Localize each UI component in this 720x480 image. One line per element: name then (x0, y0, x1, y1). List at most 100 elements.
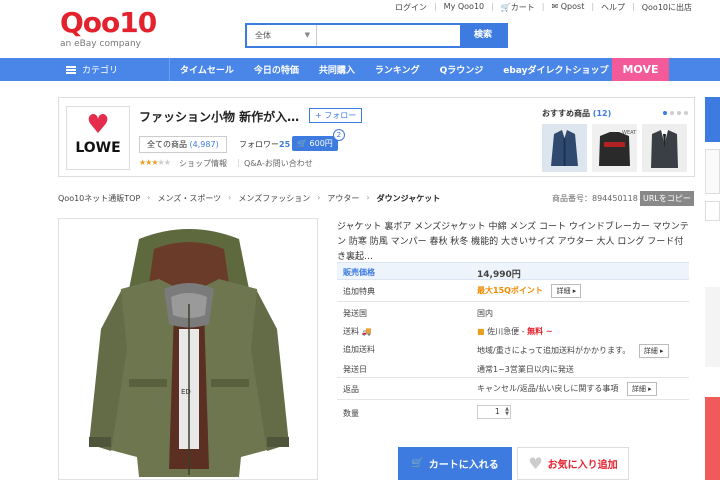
my-qoo10-link[interactable]: My Qoo10 (444, 2, 484, 13)
nav-today-deal[interactable]: 今日の特価 (244, 63, 309, 76)
recommended-title-label: おすすめ商品 (542, 109, 590, 118)
separator: | (591, 2, 595, 11)
shop-logo[interactable]: ♥ LOWE (66, 106, 130, 170)
return-value: キャンセル/返品/払い戻しに関する事項 詳細 ▸ (477, 382, 657, 396)
add-to-cart-button[interactable]: 🛒 カートに入れる (398, 447, 512, 480)
return-text: キャンセル/返品/払い戻しに関する事項 (477, 384, 619, 393)
search-button[interactable]: 検索 (460, 25, 506, 46)
ship-from-label: 発送国 (343, 309, 367, 318)
bonus-label: 追加特典 (343, 287, 375, 296)
cart-link[interactable]: 🛒カート (501, 2, 535, 13)
breadcrumb-item[interactable]: Qoo10ネット通販TOP (58, 193, 140, 204)
shipping-value: ■ 佐川急便 - 無料 ~ (477, 326, 553, 337)
menu-icon (66, 65, 76, 74)
all-products-button[interactable]: 全ての商品 (4,987) (139, 136, 227, 153)
shop-info-box: ♥ LOWE ファッション小物 新作が入… + フォロー 全ての商品 (4,98… (58, 97, 695, 177)
follow-button[interactable]: + フォロー (309, 108, 363, 123)
category-menu-button[interactable]: カテゴリ (0, 58, 170, 81)
sidebar-recent-item[interactable] (705, 287, 720, 367)
nav-group-buy[interactable]: 共同購入 (309, 63, 365, 76)
coupon-amount: 600円 (309, 139, 333, 148)
nav-move-banner[interactable]: MOVE (612, 58, 669, 81)
category-menu-label: カテゴリ (82, 66, 119, 76)
coupon-button[interactable]: 🛒 600円 2 (292, 129, 345, 151)
recommended-product-thumb[interactable] (542, 124, 587, 172)
login-link[interactable]: ログイン (395, 2, 427, 13)
qoo10-logo[interactable]: Qoo10 an eBay company (60, 6, 157, 52)
right-sidebar (705, 97, 720, 480)
return-row: 返品 キャンセル/返品/払い戻しに関する事項 詳細 ▸ (337, 378, 689, 400)
quantity-stepper[interactable]: 1 ▲ ▼ (477, 405, 511, 419)
followers: フォロワー25 (239, 139, 290, 150)
shop-name[interactable]: ファッション小物 新作が入… (139, 108, 299, 125)
sidebar-banner[interactable] (705, 397, 720, 480)
svg-text:WEAT: WEAT (622, 130, 637, 136)
shop-logo-name: LOWE (75, 140, 121, 156)
product-main-image[interactable]: ED (58, 218, 318, 480)
spinner-icon[interactable]: ▲ ▼ (505, 407, 509, 417)
cart-icon: 🛒 (297, 139, 307, 148)
copy-url-button[interactable]: URLをコピー (640, 191, 694, 206)
extra-shipping-value: 地域/重さによって追加送料がかかります。 詳細 ▸ (477, 344, 669, 358)
chevron-right-icon: › (366, 193, 370, 202)
return-detail-button[interactable]: 詳細 ▸ (626, 382, 657, 396)
nav-timesale[interactable]: タイムセール (170, 63, 244, 76)
dispatch-value: 通常1~3営業日以内に発送 (477, 365, 574, 374)
coupon-badge: 2 (332, 129, 345, 141)
nav-ranking[interactable]: ランキング (365, 63, 430, 76)
qa-link[interactable]: Q&A-お問い合わせ (244, 158, 313, 169)
extra-shipping-text: 地域/重さによって追加送料がかかります。 (477, 346, 631, 355)
recommended-product-thumb[interactable]: WEAT (592, 124, 637, 172)
return-label: 返品 (343, 385, 359, 394)
heart-icon: ♥ (86, 110, 110, 140)
shipping-label: 送料 🚚 (343, 326, 372, 337)
quantity-value: 1 (494, 407, 500, 416)
extra-shipping-row: 追加送料 地域/重さによって追加送料がかかります。 詳細 ▸ (337, 340, 689, 360)
return-detail-label: 詳細 (631, 385, 646, 393)
product-details-table: 販売価格 14,990円 追加特典 最大15Qポイント 詳細 ▸ 発送国 国内 … (337, 262, 689, 425)
separator: | (541, 2, 545, 11)
heart-icon: ♥ (528, 454, 543, 473)
qpost-link[interactable]: ✉ Qpost (552, 2, 585, 13)
shop-info-link[interactable]: ショップ情報 (179, 158, 227, 169)
search-category-select[interactable]: 全体 ▼ (247, 25, 317, 46)
add-to-favorites-button[interactable]: ♥ お気に入り追加 (517, 447, 629, 480)
cart-icon: 🛒 (411, 458, 424, 469)
followers-count: 25 (279, 140, 291, 149)
breadcrumb-current[interactable]: ダウンジャケット (377, 193, 441, 204)
search-input[interactable] (317, 25, 460, 46)
nav-q-lounge[interactable]: Qラウンジ (430, 63, 494, 76)
sidebar-recent-item[interactable] (705, 149, 720, 194)
ship-from-value: 国内 (477, 309, 493, 318)
sidebar-arrow[interactable] (705, 201, 720, 221)
bonus-detail-label: 詳細 (556, 287, 571, 295)
recommended-product-thumb[interactable] (642, 124, 687, 172)
price-label: 販売価格 (343, 268, 375, 277)
logo-subtitle: an eBay company (60, 39, 141, 49)
breadcrumb-item[interactable]: メンズ・スポーツ (157, 193, 221, 204)
breadcrumb-item[interactable]: アウター (327, 193, 359, 204)
all-products-label: 全ての商品 (147, 140, 187, 149)
item-number: 商品番号：894450118 (552, 193, 638, 204)
sidebar-qoo10-button[interactable] (705, 97, 720, 142)
add-to-favorites-label: お気に入り追加 (547, 460, 618, 471)
extra-shipping-detail-button[interactable]: 詳細 ▸ (638, 344, 669, 358)
bonus-detail-button[interactable]: 詳細 ▸ (551, 284, 582, 298)
quantity-input[interactable]: 1 ▲ ▼ (477, 405, 511, 419)
cart-link-label: カート (510, 3, 535, 12)
add-to-cart-label: カートに入れる (428, 460, 499, 471)
carousel-dots[interactable] (663, 111, 688, 115)
nav-ebay-direct[interactable]: ebayダイレクトショップ (493, 63, 618, 76)
search-category-value: 全体 (255, 31, 271, 40)
chevron-right-icon: › (228, 193, 232, 202)
separator: | (491, 2, 494, 11)
rating-stars: ★★★★★ (139, 158, 171, 167)
chevron-right-icon: › (147, 193, 151, 202)
logo-text: Qoo10 (60, 6, 157, 39)
separator: | (433, 2, 437, 11)
help-link[interactable]: ヘルプ (601, 2, 625, 13)
separator: | (632, 2, 635, 11)
sell-link[interactable]: Qoo10に出店 (642, 2, 692, 13)
separator: | (237, 158, 240, 167)
breadcrumb-item[interactable]: メンズファッション (238, 193, 310, 204)
